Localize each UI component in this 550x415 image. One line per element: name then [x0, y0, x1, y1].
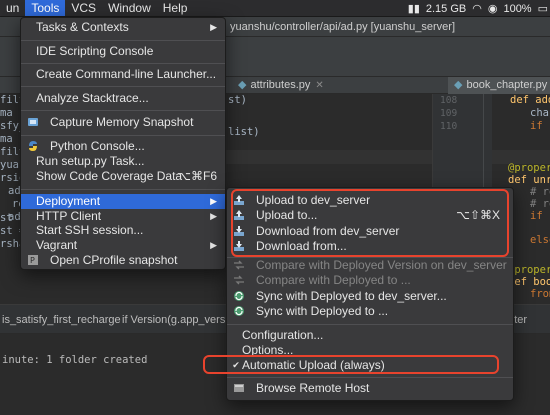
macos-menubar: un Tools VCS Window Help ▮▮ 2.15 GB ◠ ◉ …: [0, 0, 550, 17]
wifi-icon[interactable]: ◠: [472, 2, 482, 15]
menu-separator: [21, 86, 225, 87]
menubar-item-help[interactable]: Help: [157, 0, 194, 16]
code-fragment: chap: [530, 107, 550, 119]
menu-item-compare-deployed-dev-server[interactable]: Compare with Deployed Version on dev_ser…: [227, 258, 513, 273]
terminal-output: inute: 1 folder created: [2, 354, 148, 366]
menu-item-run-setup-task[interactable]: Run setup.py Task...: [21, 154, 225, 169]
line-number: 109: [440, 108, 458, 119]
menu-item-open-cprofile[interactable]: P Open CProfile snapshot: [21, 253, 225, 268]
menu-item-create-launcher[interactable]: Create Command-line Launcher...: [21, 67, 225, 82]
menu-separator: [21, 110, 225, 111]
battery-percent[interactable]: 100%: [503, 3, 531, 15]
python-icon: [27, 140, 39, 152]
menu-item-analyze-stacktrace[interactable]: Analyze Stacktrace...: [21, 91, 225, 106]
tab-label: book_chapter.py: [466, 79, 548, 91]
cprofile-icon: P: [27, 254, 39, 266]
submenu-arrow-icon: ▶: [210, 240, 217, 250]
download-icon: [233, 240, 245, 252]
code-fragment: # re: [530, 198, 550, 210]
submenu-arrow-icon: ▶: [210, 196, 217, 206]
code-fragment: # re: [530, 186, 550, 198]
python-file-icon: ◆: [454, 79, 463, 91]
menu-item-deployment[interactable]: Deployment ▶: [21, 194, 225, 209]
menu-item-tasks-contexts[interactable]: Tasks & Contexts ▶: [21, 20, 225, 35]
menu-item-sync-deployed-to[interactable]: Sync with Deployed to ...: [227, 304, 513, 319]
code-fragment: ad: [8, 185, 21, 197]
breadcrumb-item[interactable]: if Version(g.app_version: [122, 305, 240, 333]
menu-item-ide-scripting-console[interactable]: IDE Scripting Console: [21, 44, 225, 59]
compare-icon: [233, 274, 245, 286]
menu-item-browse-remote-host[interactable]: Browse Remote Host: [227, 381, 513, 396]
menu-item-compare-deployed-to[interactable]: Compare with Deployed to ...: [227, 273, 513, 288]
menu-item-sync-dev-server[interactable]: Sync with Deployed to dev_server...: [227, 289, 513, 304]
menu-separator: [21, 135, 225, 136]
menu-item-configuration[interactable]: Configuration...: [227, 328, 513, 343]
upload-icon: [233, 194, 245, 206]
checkmark-icon: ✔: [232, 359, 240, 370]
code-fragment: list): [228, 126, 260, 138]
menu-item-options[interactable]: Options...: [227, 343, 513, 358]
menu-separator: [227, 324, 513, 325]
menu-item-python-console[interactable]: Python Console...: [21, 139, 225, 154]
menu-separator: [227, 377, 513, 378]
code-fragment: if s: [530, 210, 550, 222]
memory-label[interactable]: 2.15 GB: [426, 3, 466, 15]
upload-icon: [233, 209, 245, 221]
code-fragment: ma: [0, 107, 13, 119]
menu-separator: [21, 63, 225, 64]
browse-remote-icon: [233, 382, 245, 394]
line-number: 108: [440, 95, 458, 106]
menu-item-show-code-coverage[interactable]: Show Code Coverage Data ⌥⌘F6: [21, 169, 225, 184]
menu-item-automatic-upload[interactable]: ✔ Automatic Upload (always): [227, 358, 513, 373]
compare-icon: [233, 259, 245, 271]
menu-item-upload-to[interactable]: Upload to... ⌥⇧⌘X: [227, 208, 513, 223]
code-fragment: if c: [530, 120, 550, 132]
line-number: 110: [440, 121, 458, 132]
code-fragment: def unre: [508, 174, 550, 186]
code-fragment: @propert: [508, 162, 550, 174]
code-fragment: else: [530, 234, 550, 246]
svg-text:P: P: [30, 256, 35, 265]
menu-item-start-ssh[interactable]: Start SSH session...: [21, 223, 225, 238]
battery-icon[interactable]: ▭: [538, 2, 548, 15]
menu-separator: [21, 40, 225, 41]
menubar-item-tools[interactable]: Tools: [25, 0, 66, 16]
code-fragment: from: [530, 288, 550, 300]
tools-menu: Tasks & Contexts ▶ IDE Scripting Console…: [20, 17, 226, 270]
window-title: yuanshu/controller/api/ad.py [yuanshu_se…: [230, 21, 456, 33]
menu-item-download-from[interactable]: Download from...: [227, 239, 513, 254]
menu-item-http-client[interactable]: HTTP Client ▶: [21, 209, 225, 224]
menu-item-upload-to-dev-server[interactable]: Upload to dev_server: [227, 193, 513, 208]
menubar-item-vcs[interactable]: VCS: [65, 0, 102, 16]
close-icon[interactable]: ✕: [315, 80, 323, 91]
breadcrumb-item[interactable]: is_satisfy_first_recharge: [2, 305, 121, 333]
code-fragment: ma: [0, 133, 13, 145]
tab-attributes[interactable]: ◆ attributes.py ✕: [232, 77, 330, 94]
shortcut-label: ⌥⌘F6: [177, 169, 217, 183]
menubar-item-window[interactable]: Window: [102, 0, 157, 16]
submenu-arrow-icon: ▶: [210, 211, 217, 221]
memory-snapshot-icon: [27, 116, 39, 128]
code-fragment: def book: [508, 276, 550, 288]
sync-icon: [233, 290, 245, 302]
menu-separator: [21, 189, 225, 190]
tab-book-chapter[interactable]: ◆book_chapter.py✕: [448, 77, 550, 94]
download-icon: [233, 225, 245, 237]
menu-item-download-from-dev-server[interactable]: Download from dev_server: [227, 224, 513, 239]
menubar-tray: ▮▮ 2.15 GB ◠ ◉ 100% ▭: [408, 0, 548, 16]
menubar-item-run[interactable]: un: [0, 0, 25, 16]
code-fragment: @propert: [508, 264, 550, 276]
menu-item-vagrant[interactable]: Vagrant ▶: [21, 238, 225, 253]
menu-item-capture-memory[interactable]: Capture Memory Snapshot: [21, 115, 225, 130]
submenu-arrow-icon: ▶: [210, 22, 217, 32]
python-file-icon: ◆: [238, 79, 247, 91]
wechat-icon[interactable]: ◉: [488, 2, 498, 15]
sync-icon: [233, 305, 245, 317]
tab-label: attributes.py: [250, 79, 311, 91]
deployment-submenu: Upload to dev_server Upload to... ⌥⇧⌘X D…: [226, 187, 514, 401]
code-fragment: st): [228, 94, 247, 106]
activity-icon[interactable]: ▮▮: [408, 2, 420, 15]
code-fragment: def add(: [510, 94, 550, 106]
shortcut-label: ⌥⇧⌘X: [456, 208, 500, 222]
